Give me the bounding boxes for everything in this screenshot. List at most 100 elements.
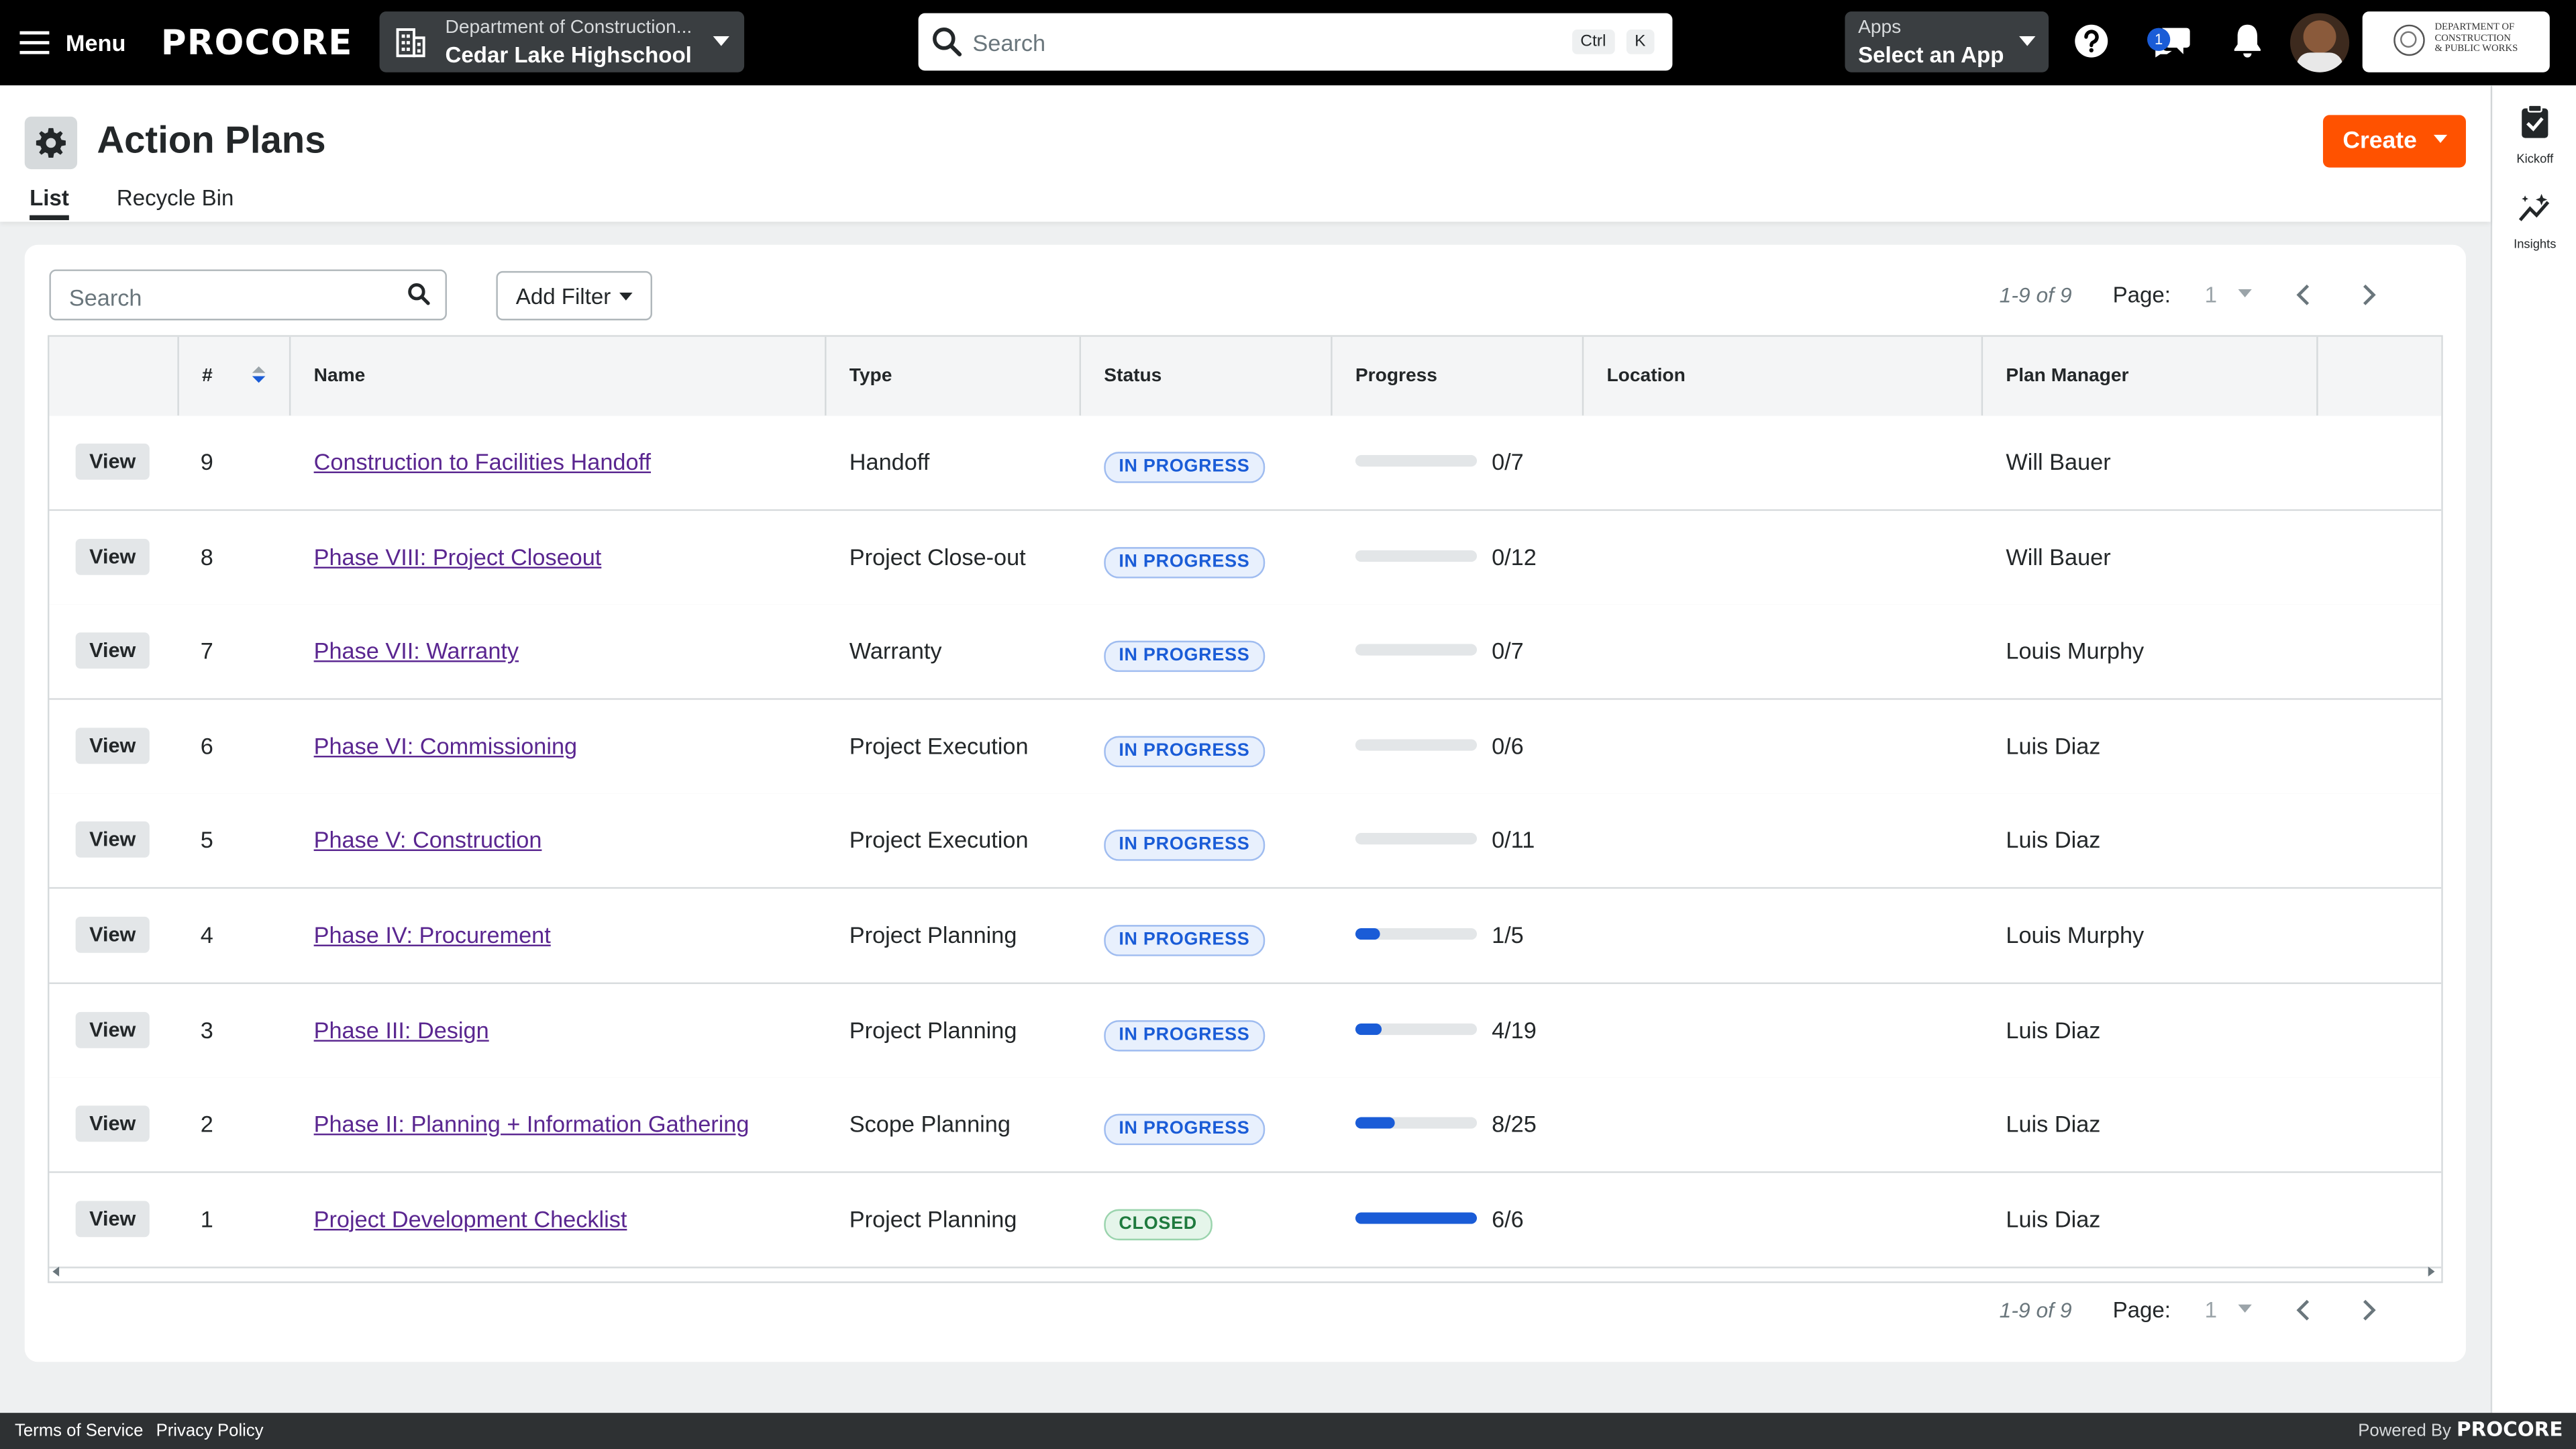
plan-type: Scope Planning	[849, 1111, 1011, 1138]
rail-label-insights: Insights	[2514, 236, 2557, 252]
page-select[interactable]: 1	[2205, 1298, 2217, 1323]
column-plan-manager[interactable]: Plan Manager	[1981, 336, 2316, 416]
plan-number: 1	[200, 1205, 213, 1232]
chevron-down-icon[interactable]	[2238, 1304, 2253, 1313]
progress-bar	[1355, 455, 1478, 467]
chevron-left-icon[interactable]	[2295, 1298, 2311, 1323]
plan-manager: Louis Murphy	[2006, 638, 2145, 664]
progress-text: 8/25	[1492, 1111, 1537, 1138]
clipboard-check-icon	[2522, 104, 2548, 138]
list-search-input[interactable]: Search	[49, 269, 447, 321]
tab-list[interactable]: List	[30, 186, 69, 221]
action-plans-card: Search Add Filter 1-9 of 9 Page: 1 # Nam…	[24, 244, 2466, 1362]
pagination-top: 1-9 of 9 Page: 1	[2000, 271, 2443, 320]
table-row: View 1 Project Development Checklist Projec…	[49, 1172, 2442, 1268]
apps-selector[interactable]: Apps Select an App	[1845, 11, 2049, 72]
plan-number: 5	[200, 827, 213, 854]
chevron-right-icon[interactable]	[2361, 283, 2377, 307]
table-row: View 8 Phase VIII: Project Closeout Project…	[49, 510, 2442, 606]
apps-value: Select an App	[1858, 42, 2004, 68]
gear-icon	[36, 128, 66, 158]
right-rail: Kickoff Insights	[2490, 85, 2576, 1413]
list-search-placeholder: Search	[68, 284, 142, 311]
notification-bell-icon[interactable]	[2232, 23, 2262, 59]
progress-text: 1/5	[1492, 921, 1524, 948]
chevron-left-icon[interactable]	[2295, 283, 2311, 307]
tab-recycle-bin[interactable]: Recycle Bin	[117, 186, 234, 211]
chevron-down-icon	[619, 292, 633, 301]
page-label: Page:	[2112, 1297, 2171, 1323]
progress-text: 4/19	[1492, 1016, 1537, 1043]
plan-name-link[interactable]: Phase VI: Commissioning	[314, 732, 577, 758]
progress-bar	[1355, 644, 1478, 656]
tool-settings-button[interactable]	[24, 116, 78, 170]
plan-manager: Will Bauer	[2006, 543, 2111, 570]
plan-number: 2	[200, 1111, 213, 1138]
menu-button[interactable]: Menu	[19, 19, 125, 66]
plan-name-link[interactable]: Construction to Facilities Handoff	[314, 448, 651, 474]
view-button[interactable]: View	[75, 916, 150, 953]
column-status[interactable]: Status	[1079, 336, 1331, 416]
privacy-policy-link[interactable]: Privacy Policy	[156, 1421, 264, 1440]
page-label: Page:	[2112, 283, 2171, 307]
create-label: Create	[2342, 128, 2417, 155]
view-button[interactable]: View	[75, 538, 150, 574]
procore-logo[interactable]: PROCORE	[161, 23, 353, 62]
help-icon[interactable]	[2073, 23, 2110, 59]
view-button[interactable]: View	[75, 727, 150, 764]
create-button[interactable]: Create	[2322, 115, 2466, 168]
plan-name-link[interactable]: Phase VII: Warranty	[314, 638, 519, 664]
column-type[interactable]: Type	[825, 336, 1079, 416]
plan-manager: Louis Murphy	[2006, 921, 2145, 948]
plan-name-link[interactable]: Phase IV: Procurement	[314, 921, 551, 948]
progress-text: 6/6	[1492, 1205, 1524, 1232]
top-navigation-bar: Menu PROCORE Department of Construction.…	[0, 0, 2576, 86]
status-badge: IN PROGRESS	[1104, 1019, 1265, 1051]
menu-label: Menu	[65, 30, 126, 56]
plan-number: 3	[200, 1016, 213, 1043]
shortcut-ctrl-key: Ctrl	[1572, 30, 1614, 54]
view-button[interactable]: View	[75, 1105, 150, 1142]
column-number[interactable]: #	[177, 336, 289, 416]
view-button[interactable]: View	[75, 632, 150, 669]
chevron-right-icon[interactable]	[2361, 1298, 2377, 1323]
page-select[interactable]: 1	[2205, 283, 2217, 307]
plan-number: 4	[200, 921, 213, 948]
plan-manager: Will Bauer	[2006, 448, 2111, 475]
sort-icon[interactable]	[252, 364, 266, 384]
rail-item-kickoff[interactable]: Kickoff	[2492, 103, 2576, 166]
column-location[interactable]: Location	[1582, 336, 1981, 416]
column-progress[interactable]: Progress	[1331, 336, 1582, 416]
terms-of-service-link[interactable]: Terms of Service	[15, 1421, 143, 1440]
plan-name-link[interactable]: Phase VIII: Project Closeout	[314, 543, 602, 569]
horizontal-scrollbar[interactable]	[49, 1262, 2441, 1281]
plan-manager: Luis Diaz	[2006, 1111, 2101, 1138]
table-row: View 4 Phase IV: Procurement Project Planni…	[49, 889, 2442, 985]
company-logo[interactable]: DEPARTMENT OF CONSTRUCTION & PUBLIC WORK…	[2362, 11, 2550, 72]
plan-name-link[interactable]: Project Development Checklist	[314, 1205, 627, 1232]
column-name[interactable]: Name	[289, 336, 825, 416]
company-seal-icon	[2393, 24, 2425, 56]
view-button[interactable]: View	[75, 1011, 150, 1048]
page-title: Action Plans	[97, 118, 326, 161]
table-row: View 3 Phase III: Design Project Planning IN…	[49, 983, 2442, 1079]
plan-type: Project Planning	[849, 1205, 1017, 1232]
plan-name-link[interactable]: Phase III: Design	[314, 1016, 489, 1042]
global-search-input[interactable]: Search Ctrl K	[918, 13, 1673, 71]
add-filter-button[interactable]: Add Filter	[496, 270, 652, 321]
view-button[interactable]: View	[75, 1200, 150, 1237]
chevron-down-icon[interactable]	[2238, 289, 2253, 298]
view-button[interactable]: View	[75, 821, 150, 858]
view-button[interactable]: View	[75, 443, 150, 480]
plan-name-link[interactable]: Phase II: Planning + Information Gatheri…	[314, 1111, 750, 1137]
project-selector[interactable]: Department of Construction... Cedar Lake…	[379, 11, 745, 72]
rail-item-insights[interactable]: Insights	[2492, 192, 2576, 252]
plan-name-link[interactable]: Phase V: Construction	[314, 827, 542, 853]
table-row: View 7 Phase VII: Warranty Warranty IN PROGR…	[49, 605, 2442, 701]
progress-bar-fill	[1355, 1023, 1381, 1035]
user-avatar[interactable]	[2289, 13, 2350, 72]
progress-text: 0/7	[1492, 448, 1524, 475]
plan-number: 9	[200, 448, 213, 475]
progress-text: 0/11	[1492, 827, 1535, 854]
pagination-range: 1-9 of 9	[1999, 283, 2072, 307]
